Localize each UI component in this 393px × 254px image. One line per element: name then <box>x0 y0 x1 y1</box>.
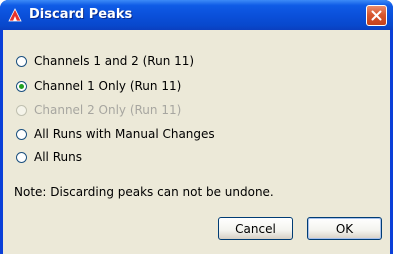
radio-label: Channel 2 Only (Run 11) <box>34 103 182 117</box>
app-logo-icon <box>7 7 23 23</box>
radio-option-channel-1-only[interactable]: Channel 1 Only (Run 11) <box>16 78 181 94</box>
radio-button-selected[interactable] <box>16 80 27 92</box>
title-bar[interactable]: Discard Peaks <box>0 0 393 30</box>
radio-button-disabled <box>16 104 27 116</box>
radio-button[interactable] <box>16 151 27 163</box>
radio-label: All Runs <box>34 150 82 164</box>
window-title: Discard Peaks <box>29 7 133 22</box>
cancel-button[interactable]: Cancel <box>218 217 293 240</box>
radio-option-channel-2-only: Channel 2 Only (Run 11) <box>16 102 181 118</box>
close-icon <box>371 10 382 21</box>
discard-peaks-dialog: Discard Peaks Channels 1 and 2 (Run 11) … <box>0 0 393 254</box>
radio-button[interactable] <box>16 128 27 140</box>
ok-button[interactable]: OK <box>307 217 382 240</box>
radio-option-channels-1-and-2[interactable]: Channels 1 and 2 (Run 11) <box>16 53 194 69</box>
dialog-body: Channels 1 and 2 (Run 11) Channel 1 Only… <box>3 30 390 254</box>
radio-label: Channels 1 and 2 (Run 11) <box>34 54 195 68</box>
radio-label: All Runs with Manual Changes <box>34 127 215 141</box>
radio-option-all-runs-manual[interactable]: All Runs with Manual Changes <box>16 126 215 142</box>
radio-button[interactable] <box>16 55 27 67</box>
radio-option-all-runs[interactable]: All Runs <box>16 149 82 165</box>
close-button[interactable] <box>366 5 387 26</box>
warning-note: Note: Discarding peaks can not be undone… <box>14 185 274 199</box>
radio-label: Channel 1 Only (Run 11) <box>34 79 182 93</box>
